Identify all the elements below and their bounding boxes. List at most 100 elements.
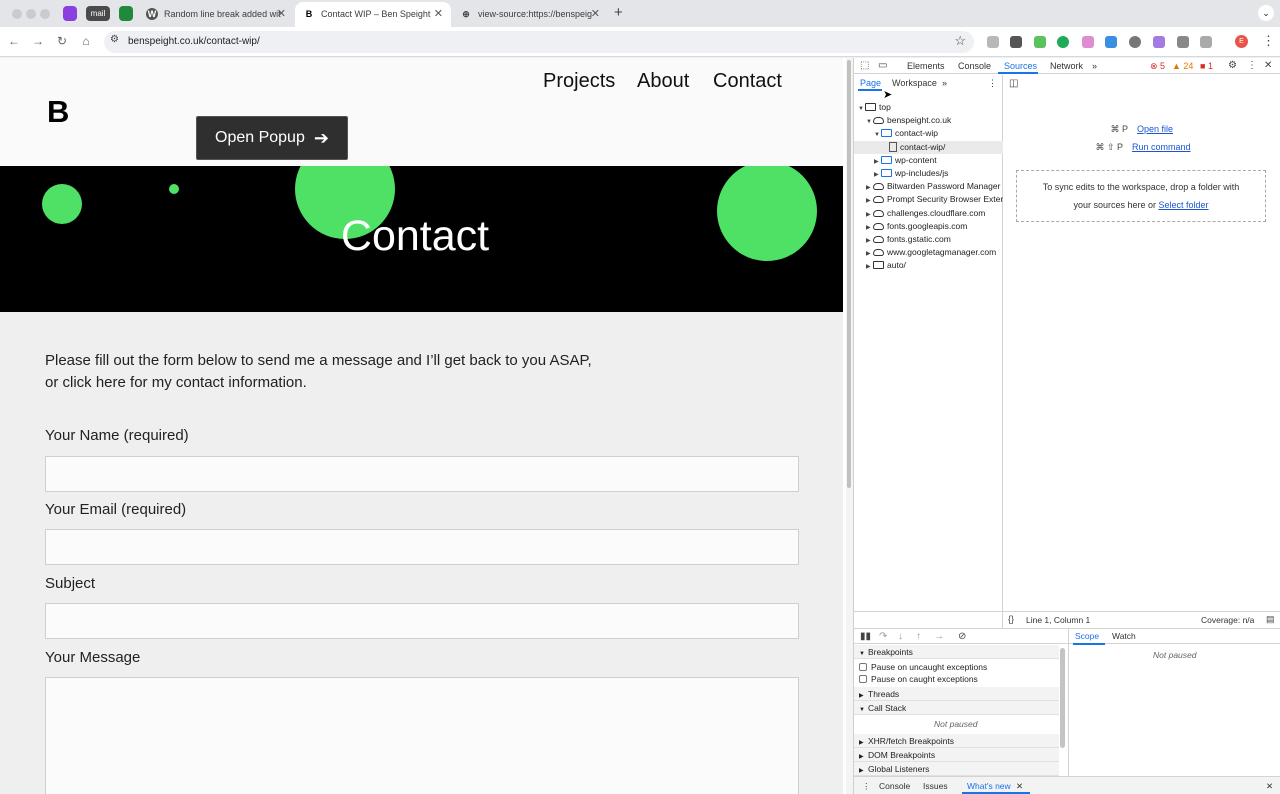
close-devtools-icon[interactable]: ✕ <box>1264 60 1272 71</box>
close-drawer-icon[interactable]: ✕ <box>1266 781 1273 792</box>
global-listeners-section[interactable]: ▶ Global Listeners <box>854 762 1059 776</box>
close-tab-icon[interactable]: ✕ <box>591 2 600 27</box>
tree-item[interactable]: ▼ top <box>854 101 1003 114</box>
close-window-button[interactable] <box>12 9 22 19</box>
tree-item[interactable]: ▶ wp-includes/js <box>854 167 1003 180</box>
tab-console[interactable]: Console <box>958 61 991 71</box>
minimize-window-button[interactable] <box>26 9 36 19</box>
close-tab-icon[interactable]: ✕ <box>277 2 286 27</box>
debugger-scrollbar[interactable] <box>1060 648 1065 748</box>
settings-gear-icon[interactable]: ⚙ <box>1228 60 1237 71</box>
step-over-icon[interactable]: ↷ <box>879 631 887 642</box>
extension-icon[interactable] <box>1034 36 1046 48</box>
step-out-icon[interactable]: ↑ <box>916 631 921 642</box>
camera-extension-icon[interactable] <box>987 36 999 48</box>
extension-icon[interactable] <box>1153 36 1165 48</box>
zoom-window-button[interactable] <box>40 9 50 19</box>
scroll-thumb[interactable] <box>847 60 851 488</box>
tab-watch[interactable]: Watch <box>1112 631 1136 641</box>
extensions-puzzle-icon[interactable] <box>1200 36 1212 48</box>
forward-arrow-icon[interactable]: → <box>30 34 46 48</box>
more-options-icon[interactable]: ⋮ <box>1247 60 1257 71</box>
new-tab-button[interactable]: + <box>614 4 623 21</box>
device-toolbar-icon[interactable]: ▭ <box>878 60 887 71</box>
bitwarden-icon[interactable] <box>1177 36 1189 48</box>
nav-contact[interactable]: Contact <box>713 70 782 93</box>
pause-icon[interactable]: ▮▮ <box>860 631 871 642</box>
select-folder-link[interactable]: Select folder <box>1159 200 1209 210</box>
pinned-tab-mail[interactable]: mail <box>86 6 110 21</box>
subject-input[interactable] <box>45 603 799 639</box>
extension-icon[interactable] <box>1082 36 1094 48</box>
tab-scope[interactable]: Scope <box>1075 631 1099 641</box>
close-whats-new-icon[interactable]: ✕ <box>1016 781 1023 792</box>
tree-item[interactable]: ▶ Bitwarden Password Manager <box>854 180 1003 193</box>
back-arrow-icon[interactable]: ← <box>6 34 22 48</box>
deactivate-breakpoints-icon[interactable]: ⊘ <box>958 631 966 642</box>
drawer-menu-icon[interactable]: ⋮ <box>862 781 871 792</box>
tab-contact-wip[interactable]: B Contact WIP – Ben Speight ✕ <box>295 2 451 27</box>
toggle-navigator-icon[interactable]: ◫ <box>1009 78 1018 89</box>
navigator-menu-icon[interactable]: ⋮ <box>988 78 997 89</box>
xhr-breakpoints-section[interactable]: ▶ XHR/fetch Breakpoints <box>854 734 1059 748</box>
pause-uncaught-checkbox[interactable]: Pause on uncaught exceptions <box>859 661 987 673</box>
call-stack-section[interactable]: ▼ Call Stack <box>854 701 1059 715</box>
tree-item[interactable]: ▶ challenges.cloudflare.com <box>854 207 1003 220</box>
dom-breakpoints-section[interactable]: ▶ DOM Breakpoints <box>854 748 1059 762</box>
subtab-page[interactable]: Page <box>860 78 881 88</box>
grammarly-icon[interactable] <box>1057 36 1069 48</box>
workspace-dropzone[interactable]: To sync edits to the workspace, drop a f… <box>1016 170 1266 222</box>
step-into-icon[interactable]: ↓ <box>898 631 903 642</box>
tree-item[interactable]: ▶ fonts.gstatic.com <box>854 233 1003 246</box>
drawer-tab-console[interactable]: Console <box>879 781 910 791</box>
close-tab-icon[interactable]: ✕ <box>434 2 443 27</box>
drawer-tab-whats-new[interactable]: What's new <box>967 781 1011 791</box>
home-icon[interactable]: ⌂ <box>78 34 94 48</box>
run-command-link[interactable]: Run command <box>1132 142 1191 152</box>
browser-menu-icon[interactable]: ⋮ <box>1262 33 1275 49</box>
error-count-badge[interactable]: ⊗ 5 <box>1150 61 1165 72</box>
site-logo[interactable]: B <box>47 94 69 130</box>
extension-icon[interactable] <box>1010 36 1022 48</box>
bookmark-star-icon[interactable]: ☆ <box>954 33 966 49</box>
message-textarea[interactable] <box>45 677 799 794</box>
tree-item[interactable]: ▼ contact-wip <box>854 127 1003 140</box>
coverage-status[interactable]: Coverage: n/a <box>1201 615 1254 625</box>
tab-sources[interactable]: Sources <box>1004 61 1037 71</box>
open-popup-button[interactable]: Open Popup ➔ <box>196 116 348 160</box>
warning-count-badge[interactable]: ▲ 24 <box>1172 61 1193 71</box>
tree-item[interactable]: ▶ Prompt Security Browser Exter <box>854 193 1003 206</box>
tab-elements[interactable]: Elements <box>907 61 945 71</box>
expand-right-icon[interactable]: ▶ <box>866 261 873 274</box>
tree-item[interactable]: contact-wip/ <box>854 140 1003 154</box>
reload-icon[interactable]: ↻ <box>54 34 70 48</box>
inspect-element-icon[interactable]: ⬚ <box>860 60 869 71</box>
page-scrollbar[interactable] <box>846 58 853 794</box>
nav-about[interactable]: About <box>637 70 689 93</box>
tab-view-source[interactable]: ⊕ view-source:https://benspeig ✕ <box>452 2 608 27</box>
issue-count-badge[interactable]: ■ 1 <box>1200 61 1213 71</box>
tree-item[interactable]: ▼ benspeight.co.uk <box>854 114 1003 127</box>
subtab-workspace[interactable]: Workspace <box>892 78 937 88</box>
tab-random-line-break[interactable]: W Random line break added wit ✕ <box>138 2 294 27</box>
tab-network[interactable]: Network <box>1050 61 1083 71</box>
extension-icon[interactable] <box>1105 36 1117 48</box>
site-settings-icon[interactable]: ⚙ <box>110 34 119 45</box>
breakpoints-section[interactable]: ▼ Breakpoints <box>854 645 1059 659</box>
tree-item[interactable]: ▶ wp-content <box>854 154 1003 167</box>
toggle-sidebar-icon[interactable]: ▤ <box>1266 614 1275 625</box>
step-icon[interactable]: → <box>934 631 944 642</box>
address-bar[interactable]: ⚙ benspeight.co.uk/contact-wip/ ☆ <box>104 31 974 53</box>
more-subtabs-chevron-icon[interactable]: » <box>942 78 947 88</box>
more-tabs-chevron-icon[interactable]: » <box>1092 61 1097 71</box>
pretty-print-icon[interactable]: {} <box>1008 614 1014 624</box>
name-input[interactable] <box>45 456 799 492</box>
extension-icon[interactable] <box>1129 36 1141 48</box>
pinned-tab-1[interactable] <box>63 6 77 21</box>
tree-item[interactable]: ▶ www.googletagmanager.com <box>854 246 1003 259</box>
intro-line-2[interactable]: or click here for my contact information… <box>45 372 685 394</box>
email-input[interactable] <box>45 529 799 565</box>
drawer-tab-issues[interactable]: Issues <box>923 781 948 791</box>
pause-caught-checkbox[interactable]: Pause on caught exceptions <box>859 673 978 685</box>
nav-projects[interactable]: Projects <box>543 70 615 93</box>
